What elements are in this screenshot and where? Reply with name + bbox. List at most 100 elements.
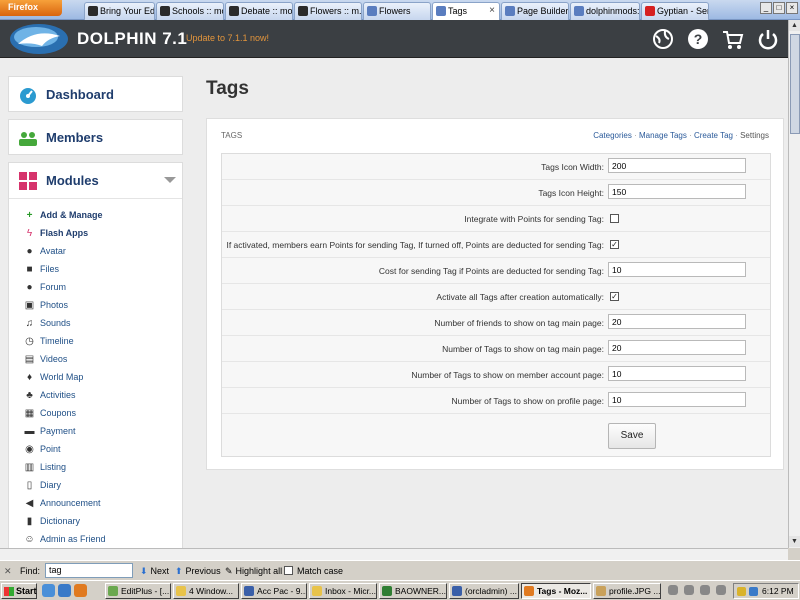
find-previous-button[interactable]: ⬆ Previous bbox=[175, 566, 221, 577]
windows-logo-icon bbox=[4, 587, 14, 596]
field-label: Number of Tags to show on profile page: bbox=[451, 396, 604, 406]
plus-icon: + bbox=[26, 210, 33, 221]
auto-activate-checkbox[interactable]: ✓ bbox=[610, 292, 619, 301]
taskbar-button[interactable]: EditPlus - [... bbox=[105, 583, 171, 599]
restore-icon[interactable]: □ bbox=[773, 2, 785, 14]
power-icon[interactable] bbox=[756, 27, 780, 51]
horizontal-scrollbar[interactable] bbox=[0, 548, 788, 560]
clock-icon: ◷ bbox=[25, 336, 34, 347]
browser-tab[interactable]: Page Builder bbox=[501, 2, 569, 20]
field-label: Number of friends to show on tag main pa… bbox=[434, 318, 604, 328]
link-create-tag[interactable]: Create Tag bbox=[694, 131, 733, 140]
user-icon: ● bbox=[26, 246, 33, 257]
page-content: Dashboard Members Modules + Add & Manage … bbox=[0, 58, 788, 548]
app-icon bbox=[244, 586, 254, 596]
save-icon: ■ bbox=[26, 264, 33, 275]
tab-label: Tags bbox=[448, 6, 468, 16]
taskbar-button[interactable]: profile.JPG ... bbox=[593, 583, 661, 599]
scroll-up-icon[interactable]: ▲ bbox=[789, 20, 800, 31]
film-icon: ▤ bbox=[24, 354, 35, 365]
sidebar-item-label: Modules bbox=[46, 173, 99, 188]
browser-tab[interactable]: Flowers :: m... bbox=[294, 2, 362, 20]
browser-tab[interactable]: Schools :: mo... bbox=[156, 2, 224, 20]
tab-label: Gyptian - Ser... bbox=[657, 6, 709, 16]
browser-tab[interactable]: Flowers bbox=[363, 2, 431, 20]
firefox-icon[interactable] bbox=[74, 584, 87, 597]
tags-icon-height-input[interactable]: 150 bbox=[608, 184, 746, 199]
tags-profile-count-input[interactable]: 10 bbox=[608, 392, 746, 407]
site-favicon-icon bbox=[436, 6, 446, 16]
browser-tab[interactable]: Debate :: mo... bbox=[225, 2, 293, 20]
highlighter-icon: ✎ bbox=[225, 566, 233, 576]
taskbar-button[interactable]: (orcladmin) ... bbox=[449, 583, 519, 599]
tool-icon[interactable] bbox=[668, 585, 678, 595]
site-favicon-icon bbox=[229, 6, 239, 16]
field-label: Tags Icon Width: bbox=[541, 162, 604, 172]
start-button[interactable]: Start bbox=[1, 583, 37, 599]
help-icon[interactable]: ? bbox=[686, 27, 710, 51]
network-icon[interactable] bbox=[749, 587, 758, 596]
field-label: Activate all Tags after creation automat… bbox=[436, 292, 604, 302]
link-categories[interactable]: Categories bbox=[593, 131, 632, 140]
activity-icon: ♣ bbox=[26, 390, 33, 401]
sidebar-item-members[interactable]: Members bbox=[8, 119, 183, 155]
match-case-checkbox[interactable] bbox=[284, 566, 293, 575]
form-row: Cost for sending Tag if Points are deduc… bbox=[222, 258, 770, 284]
help-icon[interactable] bbox=[700, 585, 710, 595]
tool-icon[interactable] bbox=[716, 585, 726, 595]
cart-icon[interactable] bbox=[721, 27, 745, 51]
earn-points-checkbox[interactable]: ✓ bbox=[610, 240, 619, 249]
highlight-all-button[interactable]: ✎ Highlight all bbox=[225, 566, 282, 577]
find-next-button[interactable]: ⬇ Next bbox=[140, 566, 169, 577]
scroll-down-icon[interactable]: ▼ bbox=[789, 536, 800, 547]
tab-label: Schools :: mo... bbox=[172, 6, 223, 16]
close-icon[interactable]: ✕ bbox=[4, 566, 12, 577]
form-row: If activated, members earn Points for se… bbox=[222, 232, 770, 258]
page-title: Tags bbox=[206, 78, 249, 99]
chrome-icon[interactable] bbox=[42, 584, 55, 597]
taskbar-button[interactable]: Inbox - Micr... bbox=[309, 583, 377, 599]
dolphin-logo-icon[interactable] bbox=[8, 22, 70, 56]
windows-taskbar: Start EditPlus - [... 4 Window... Acc Pa… bbox=[0, 580, 800, 600]
sidebar-item-dashboard[interactable]: Dashboard bbox=[8, 76, 183, 112]
coupon-icon: ▦ bbox=[24, 408, 35, 419]
taskbar-button-active[interactable]: Tags - Moz... bbox=[521, 583, 591, 599]
sidebar-item-modules[interactable]: Modules bbox=[9, 163, 182, 199]
find-input[interactable]: tag bbox=[45, 563, 133, 578]
minimize-icon[interactable]: _ bbox=[760, 2, 772, 14]
tags-account-count-input[interactable]: 10 bbox=[608, 366, 746, 381]
separator: · bbox=[631, 131, 639, 140]
chevron-down-icon[interactable] bbox=[164, 177, 176, 183]
form-row: Tags Icon Width: 200 bbox=[222, 154, 770, 180]
friends-count-input[interactable]: 20 bbox=[608, 314, 746, 329]
tab-label: Bring Your Ed... bbox=[100, 6, 155, 16]
integrate-points-checkbox[interactable] bbox=[610, 214, 619, 223]
ie-icon[interactable] bbox=[58, 584, 71, 597]
save-button[interactable]: Save bbox=[608, 423, 656, 449]
shield-icon[interactable] bbox=[737, 587, 746, 596]
tab-close-icon[interactable]: × bbox=[489, 5, 495, 16]
firefox-menu-button[interactable]: Firefox bbox=[0, 0, 62, 16]
taskbar-button[interactable]: BAOWNER... bbox=[379, 583, 447, 599]
update-link[interactable]: Update to 7.1.1 now! bbox=[186, 33, 269, 43]
scroll-thumb[interactable] bbox=[790, 34, 800, 134]
taskbar-button[interactable]: 4 Window... bbox=[173, 583, 239, 599]
browser-tab[interactable]: Bring Your Ed... bbox=[84, 2, 155, 20]
browser-tab[interactable]: Gyptian - Ser... bbox=[641, 2, 709, 20]
vertical-scrollbar[interactable]: ▲ ▼ bbox=[788, 20, 800, 548]
tool-icon[interactable] bbox=[684, 585, 694, 595]
browser-tab[interactable]: dolphinmods:... bbox=[570, 2, 640, 20]
globe-icon[interactable] bbox=[651, 27, 675, 51]
field-label: Integrate with Points for sending Tag: bbox=[464, 214, 604, 224]
link-manage-tags[interactable]: Manage Tags bbox=[639, 131, 687, 140]
tab-label: Flowers :: m... bbox=[310, 6, 362, 16]
close-window-icon[interactable]: × bbox=[786, 2, 798, 14]
browser-tab-active[interactable]: Tags × bbox=[432, 2, 500, 20]
tags-icon-width-input[interactable]: 200 bbox=[608, 158, 746, 173]
tags-main-count-input[interactable]: 20 bbox=[608, 340, 746, 355]
site-favicon-icon bbox=[160, 6, 170, 16]
app-icon bbox=[108, 586, 118, 596]
tag-cost-input[interactable]: 10 bbox=[608, 262, 746, 277]
svg-text:?: ? bbox=[694, 31, 703, 47]
taskbar-button[interactable]: Acc Pac - 9... bbox=[241, 583, 307, 599]
